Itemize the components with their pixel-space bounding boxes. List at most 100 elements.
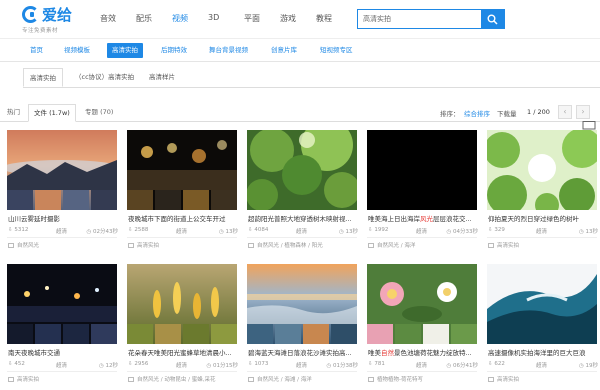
thumbnail[interactable] bbox=[127, 130, 237, 210]
tab-topics[interactable]: 专题 (70) bbox=[80, 104, 118, 122]
search-button[interactable] bbox=[481, 9, 505, 29]
card-tags: 高清实拍 bbox=[8, 375, 39, 383]
tab-files[interactable]: 文件 (1.7w) bbox=[28, 104, 76, 122]
cat-video-template[interactable]: 视频模板 bbox=[59, 43, 95, 58]
card-divider bbox=[127, 371, 237, 372]
card-tags: 高清实拍 bbox=[488, 375, 519, 383]
card-divider bbox=[367, 237, 477, 238]
cat-effects[interactable]: 后期特效 bbox=[156, 43, 192, 58]
card-meta: ⇩ 1073 超清 ◷ 01分38秒 bbox=[248, 361, 358, 371]
card-tags: 自然风光 / 动物昆虫 / 蜜蜂,采花 bbox=[128, 375, 215, 383]
card-title[interactable]: 唯美自然景色池塘荷花魅力绽放特... bbox=[368, 347, 478, 357]
duration: ◷ 04分33秒 bbox=[446, 229, 478, 235]
video-card[interactable]: 山川云雾延时摄影 ⇩ 5312 超清 ◷ 02分43秒 自然风光 bbox=[7, 130, 118, 255]
card-title[interactable]: 夜晚城市下面的街道上公交车开过 bbox=[128, 213, 238, 223]
download-count: ⇩ 329 bbox=[488, 227, 505, 233]
card-title[interactable]: 碧海蓝天海滩日落浪花沙滩实拍高... bbox=[248, 347, 358, 357]
video-card[interactable]: 仰拍夏天的烈日穿过绿色的树叶 ⇩ 329 超清 ◷ 13秒 高清实拍 bbox=[487, 130, 598, 255]
quality-badge: 超清 bbox=[56, 363, 68, 369]
card-title[interactable]: 超韵阳光普照大地穿透树木映射视... bbox=[248, 213, 358, 223]
duration: ◷ 12秒 bbox=[98, 363, 118, 369]
video-card[interactable]: 南天夜晚城市交通 ⇩ 452 超清 ◷ 12秒 高清实拍 bbox=[7, 264, 118, 389]
duration: ◷ 13秒 bbox=[578, 229, 598, 235]
folder-icon bbox=[368, 377, 374, 382]
category-nav: 首页 视频模板 高清实拍 后期特效 舞台背景视频 创意片库 短视频专区 bbox=[0, 38, 600, 62]
logo-name: 爱给 bbox=[42, 6, 73, 24]
quality-badge: 超清 bbox=[416, 229, 428, 235]
sort-downloads[interactable]: 下载量 bbox=[497, 108, 517, 118]
thumbnail[interactable] bbox=[127, 264, 237, 344]
tab-hot[interactable]: 热门 bbox=[2, 104, 25, 122]
video-card[interactable]: 碧海蓝天海滩日落浪花沙滩实拍高... ⇩ 1073 超清 ◷ 01分38秒 自然… bbox=[247, 264, 358, 389]
nav-audio[interactable]: 音效 bbox=[100, 13, 136, 24]
card-meta: ⇩ 5312 超清 ◷ 02分43秒 bbox=[8, 227, 118, 237]
site-logo[interactable]: 爱给 专注免费素材 bbox=[22, 5, 92, 34]
thumbnail[interactable] bbox=[247, 130, 357, 210]
folder-icon bbox=[488, 243, 494, 248]
card-divider bbox=[487, 237, 597, 238]
duration: ◷ 19秒 bbox=[578, 363, 598, 369]
duration: ◷ 13秒 bbox=[218, 229, 238, 235]
card-title[interactable]: 山川云雾延时摄影 bbox=[8, 213, 118, 223]
video-card[interactable]: 花朵春天唯美阳光蜜蜂草地清晨小... ⇩ 2956 超清 ◷ 01分15秒 自然… bbox=[127, 264, 238, 389]
video-card[interactable]: 超韵阳光普照大地穿透树木映射视... ⇩ 4084 超清 ◷ 13秒 自然风光 … bbox=[247, 130, 358, 255]
card-meta: ⇩ 4084 超清 ◷ 13秒 bbox=[248, 227, 358, 237]
nav-video[interactable]: 视频 bbox=[172, 13, 208, 24]
search-input[interactable] bbox=[358, 10, 482, 28]
subtab-hd[interactable]: 高清实拍 bbox=[23, 68, 63, 87]
thumbnail[interactable] bbox=[487, 264, 597, 344]
quality-badge: 超清 bbox=[296, 363, 308, 369]
thumbnail[interactable] bbox=[7, 264, 117, 344]
download-count: ⇩ 2588 bbox=[128, 227, 149, 233]
cat-creative[interactable]: 创意片库 bbox=[266, 43, 302, 58]
prev-page-button[interactable]: ‹ bbox=[558, 105, 572, 119]
thumbnail[interactable] bbox=[247, 264, 357, 344]
video-card[interactable]: 高速摄像机实拍海洋里的巨大巨浪 ⇩ 622 超清 ◷ 19秒 高清实拍 bbox=[487, 264, 598, 389]
thumbnail[interactable] bbox=[367, 130, 477, 210]
card-divider bbox=[247, 237, 357, 238]
thumbnail[interactable] bbox=[7, 130, 117, 210]
nav-3d[interactable]: 3D bbox=[208, 13, 244, 24]
card-tags: 自然风光 / 海滩 / 海洋 bbox=[248, 375, 312, 383]
sort-overall[interactable]: 综合排序 bbox=[464, 108, 490, 118]
card-title[interactable]: 高速摄像机实拍海洋里的巨大巨浪 bbox=[488, 347, 598, 357]
quality-badge: 超清 bbox=[56, 229, 68, 235]
video-card[interactable]: 唯美自然景色池塘荷花魅力绽放特... ⇩ 781 超清 ◷ 06分41秒 植物植… bbox=[367, 264, 478, 389]
quality-badge: 超清 bbox=[176, 229, 188, 235]
cat-hd-footage[interactable]: 高清实拍 bbox=[107, 43, 143, 58]
thumbnail[interactable] bbox=[487, 130, 597, 210]
cat-home[interactable]: 首页 bbox=[25, 43, 48, 58]
quality-badge: 超清 bbox=[536, 363, 548, 369]
nav-tutorial[interactable]: 教程 bbox=[316, 13, 352, 24]
nav-graphic[interactable]: 平面 bbox=[244, 13, 280, 24]
cat-short-video[interactable]: 短视频专区 bbox=[315, 43, 358, 58]
card-divider bbox=[247, 371, 357, 372]
card-title[interactable]: 花朵春天唯美阳光蜜蜂草地清晨小... bbox=[128, 347, 238, 357]
card-tags: 自然风光 / 海洋 bbox=[368, 241, 415, 249]
folder-icon bbox=[8, 377, 14, 382]
video-card[interactable]: 唯美海上日出海岸风光层层浪花交... ⇩ 1992 超清 ◷ 04分33秒 自然… bbox=[367, 130, 478, 255]
quality-badge: 超清 bbox=[296, 229, 308, 235]
duration: ◷ 01分38秒 bbox=[326, 363, 358, 369]
download-count: ⇩ 5312 bbox=[8, 227, 29, 233]
video-card[interactable]: 夜晚城市下面的街道上公交车开过 ⇩ 2588 超清 ◷ 13秒 高清实拍 bbox=[127, 130, 238, 255]
nav-music[interactable]: 配乐 bbox=[136, 13, 172, 24]
card-title[interactable]: 唯美海上日出海岸风光层层浪花交... bbox=[368, 213, 478, 223]
download-count: ⇩ 452 bbox=[8, 361, 25, 367]
card-title[interactable]: 仰拍夏天的烈日穿过绿色的树叶 bbox=[488, 213, 598, 223]
card-tags: 植物植物-荷花特写 bbox=[368, 375, 423, 383]
duration: ◷ 01分15秒 bbox=[206, 363, 238, 369]
subtab-sample[interactable]: 高清样片 bbox=[143, 68, 181, 87]
card-tags: 自然风光 / 植物森林 / 阳光 bbox=[248, 241, 323, 249]
cat-stage-bg[interactable]: 舞台背景视频 bbox=[204, 43, 253, 58]
download-count: ⇩ 622 bbox=[488, 361, 505, 367]
subtab-cc[interactable]: （cc协议）高清实拍 bbox=[69, 68, 140, 87]
folder-icon bbox=[248, 243, 254, 248]
next-page-button[interactable]: › bbox=[576, 105, 590, 119]
card-title[interactable]: 南天夜晚城市交通 bbox=[8, 347, 118, 357]
nav-game[interactable]: 游戏 bbox=[280, 13, 316, 24]
folder-icon bbox=[8, 243, 14, 248]
thumbnail[interactable] bbox=[367, 264, 477, 344]
card-meta: ⇩ 622 超清 ◷ 19秒 bbox=[488, 361, 598, 371]
duration: ◷ 06分41秒 bbox=[446, 363, 478, 369]
